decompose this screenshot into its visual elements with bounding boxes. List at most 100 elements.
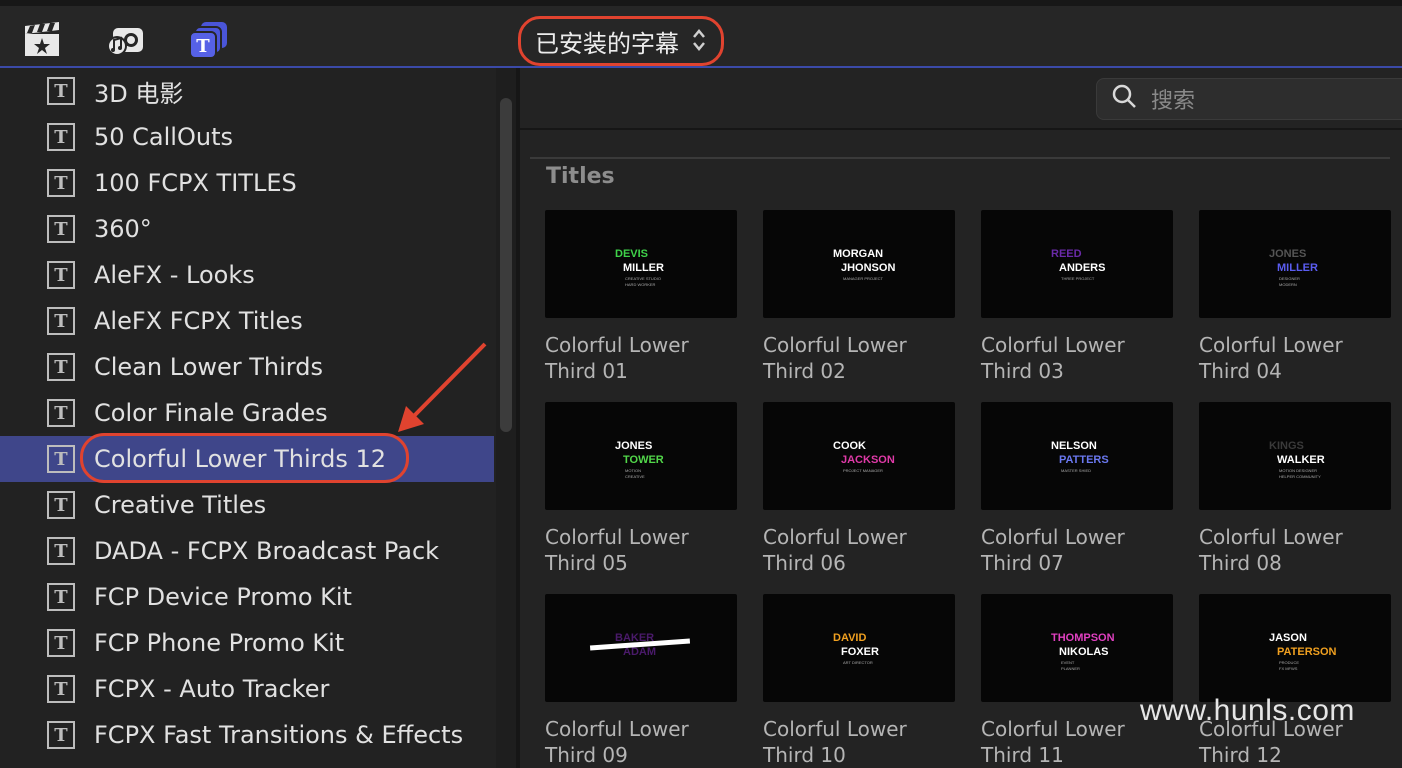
sidebar-item-label: AleFX FCPX Titles <box>94 307 303 335</box>
title-thumbnail: JONES TOWER MOTION CREATIVE <box>545 402 737 510</box>
title-tile-caption: Colorful Lower Third 05 <box>545 525 689 575</box>
title-tile[interactable]: REED ANDERS THREE PROJECT Colorful Lower Th… <box>981 210 1173 384</box>
library-dropdown[interactable]: 已安装的字幕 <box>518 16 724 66</box>
thumb-title-line-2: FOXER <box>841 646 879 658</box>
title-t-icon: T <box>47 721 75 749</box>
title-thumbnail: THOMPSON NIKOLAS EVENT PLANNER <box>981 594 1173 702</box>
thumb-title-line-2: MILLER <box>1277 262 1318 274</box>
title-t-icon: T <box>47 399 75 427</box>
thumb-title-line-2: JHONSON <box>841 262 896 274</box>
thumb-subtitle-1: PROJECT MANAGER <box>843 468 883 473</box>
clapperboard-star-icon[interactable] <box>22 20 62 60</box>
title-tile[interactable]: KINGS WALKER MOTION DESIGNER HELPER COMMUNI… <box>1199 402 1391 576</box>
thumb-title-line-1: DAVID <box>833 632 867 644</box>
sidebar-item[interactable]: T 50 CallOuts <box>0 114 494 160</box>
title-tile-caption: Colorful Lower Third 06 <box>763 525 907 575</box>
thumb-subtitle-2: HARD WORKER <box>625 282 656 287</box>
sidebar-item-label: FCPX Fast Transitions & Effects <box>94 721 464 749</box>
title-t-icon: T <box>47 445 75 473</box>
dropdown-label: 已安装的字幕 <box>535 29 679 58</box>
sidebar-item[interactable]: T Creative Titles <box>0 482 494 528</box>
title-tile-caption: Colorful Lower Third 03 <box>981 333 1125 383</box>
title-tile[interactable]: DAVID FOXER ART DIRECTOR Colorful Lower Thi… <box>763 594 955 768</box>
sidebar-item[interactable]: T 100 FCPX TITLES <box>0 160 494 206</box>
thumb-title-line-1: KINGS <box>1269 440 1304 452</box>
sidebar-item-label: 360° <box>94 215 152 243</box>
title-t-icon: T <box>47 537 75 565</box>
sidebar-item-label: Clean Lower Thirds <box>94 353 323 381</box>
sidebar-item[interactable]: T 3D 电影 <box>0 68 494 114</box>
thumb-title-line-1: THOMPSON <box>1051 632 1115 644</box>
thumb-title-line-1: JONES <box>1269 248 1307 260</box>
title-tile-caption: Colorful Lower Third 08 <box>1199 525 1343 575</box>
thumb-subtitle-1: ART DIRECTOR <box>843 660 873 665</box>
title-t-icon: T <box>47 215 75 243</box>
title-tile[interactable]: DEVIS MILLER CREATIVE STUDIO HARD WORKER Col… <box>545 210 737 384</box>
title-tile[interactable]: THOMPSON NIKOLAS EVENT PLANNER Colorful Lowe… <box>981 594 1173 768</box>
title-tile-caption: Colorful Lower Third 01 <box>545 333 689 383</box>
title-tile[interactable]: JONES MILLER DESIGNER MODERN Colorful Lower … <box>1199 210 1391 384</box>
title-thumbnail: REED ANDERS THREE PROJECT <box>981 210 1173 318</box>
title-tile-caption: Colorful Lower Third 09 <box>545 717 689 767</box>
title-t-icon: T <box>47 123 75 151</box>
sidebar-item-label: DADA - FCPX Broadcast Pack <box>94 537 440 565</box>
sidebar-item-label: Color Finale Grades <box>94 399 328 427</box>
music-camera-icon[interactable] <box>105 20 145 60</box>
thumb-subtitle-1: MASTER SHIED <box>1061 468 1092 473</box>
title-tile-caption: Colorful Lower Third 04 <box>1199 333 1343 383</box>
titles-icon[interactable]: T <box>189 20 229 60</box>
thumb-title-line-1: REED <box>1051 248 1082 260</box>
title-tile-caption: Colorful Lower Third 02 <box>763 333 907 383</box>
header-separator <box>520 128 1402 130</box>
sidebar-item-label: FCPX - Auto Tracker <box>94 675 330 703</box>
title-tile[interactable]: MORGAN JHONSON MANAGER PROJECT Colorful Low… <box>763 210 955 384</box>
sidebar-item-label: Creative Titles <box>94 491 267 519</box>
thumb-subtitle-2: HELPER COMMUNITY <box>1279 474 1321 479</box>
title-t-icon: T <box>47 491 75 519</box>
search-icon <box>1111 83 1137 115</box>
sidebar-item[interactable]: T DADA - FCPX Broadcast Pack <box>0 528 494 574</box>
thumb-title-line-2: PATERSON <box>1277 646 1337 658</box>
title-thumbnail: BAKER ADAM <box>545 594 737 702</box>
sidebar-item-label: 100 FCPX TITLES <box>94 169 297 197</box>
title-tile[interactable]: COOK JACKSON PROJECT MANAGER Colorful Lower… <box>763 402 955 576</box>
thumb-title-line-1: DEVIS <box>615 248 649 260</box>
section-title: Titles <box>546 164 615 189</box>
thumb-subtitle-2: FX MFWS <box>1279 666 1298 671</box>
sidebar-item-label: 50 CallOuts <box>94 123 233 151</box>
thumb-title-line-2: JACKSON <box>841 454 895 466</box>
title-thumbnail: MORGAN JHONSON MANAGER PROJECT <box>763 210 955 318</box>
sidebar-item[interactable]: T 360° <box>0 206 494 252</box>
title-tile[interactable]: BAKER ADAM Colorful Lower Third 09 <box>545 594 737 768</box>
sidebar-item[interactable]: T AleFX - Looks <box>0 252 494 298</box>
sidebar-item[interactable]: T FCPX - Auto Tracker <box>0 666 494 712</box>
chevron-updown-icon <box>691 27 707 56</box>
title-thumbnail: JONES MILLER DESIGNER MODERN <box>1199 210 1391 318</box>
title-t-icon: T <box>47 353 75 381</box>
sidebar-item[interactable]: T FCP Phone Promo Kit <box>0 620 494 666</box>
sidebar-item[interactable]: T FCPX Fast Transitions & Effects <box>0 712 494 758</box>
watermark: www.hunls.com <box>1140 694 1355 727</box>
title-tile[interactable]: NELSON PATTERS MASTER SHIED Colorful Lower … <box>981 402 1173 576</box>
arrow-annotation-icon <box>398 342 487 432</box>
title-thumbnail: JASON PATERSON PRODUCE FX MFWS <box>1199 594 1391 702</box>
sidebar-item[interactable]: T FCP Device Promo Kit <box>0 574 494 620</box>
svg-text:T: T <box>196 36 210 57</box>
sidebar-item-label: 3D 电影 <box>94 79 184 108</box>
thumb-title-line-2: WALKER <box>1277 454 1325 466</box>
title-tile-caption: Colorful Lower Third 10 <box>763 717 907 767</box>
sidebar-item-label: AleFX - Looks <box>94 261 255 289</box>
thumb-title-line-1: NELSON <box>1051 440 1097 452</box>
sidebar-scrollbar[interactable] <box>500 98 512 432</box>
thumb-title-line-1: JONES <box>615 440 653 452</box>
thumb-subtitle-1: MANAGER PROJECT <box>843 276 884 281</box>
selection-highlight-annotation <box>80 433 409 483</box>
toolbar: T 已安装的字幕 <box>0 0 1402 68</box>
title-t-icon: T <box>47 675 75 703</box>
title-tile[interactable]: JASON PATERSON PRODUCE FX MFWS Colorful Lowe… <box>1199 594 1391 768</box>
title-t-icon: T <box>47 307 75 335</box>
search-field[interactable]: 搜索 <box>1096 78 1402 120</box>
thumb-title-line-1: JASON <box>1269 632 1307 644</box>
section-divider <box>530 157 1390 159</box>
title-tile[interactable]: JONES TOWER MOTION CREATIVE Colorful Lower T… <box>545 402 737 576</box>
